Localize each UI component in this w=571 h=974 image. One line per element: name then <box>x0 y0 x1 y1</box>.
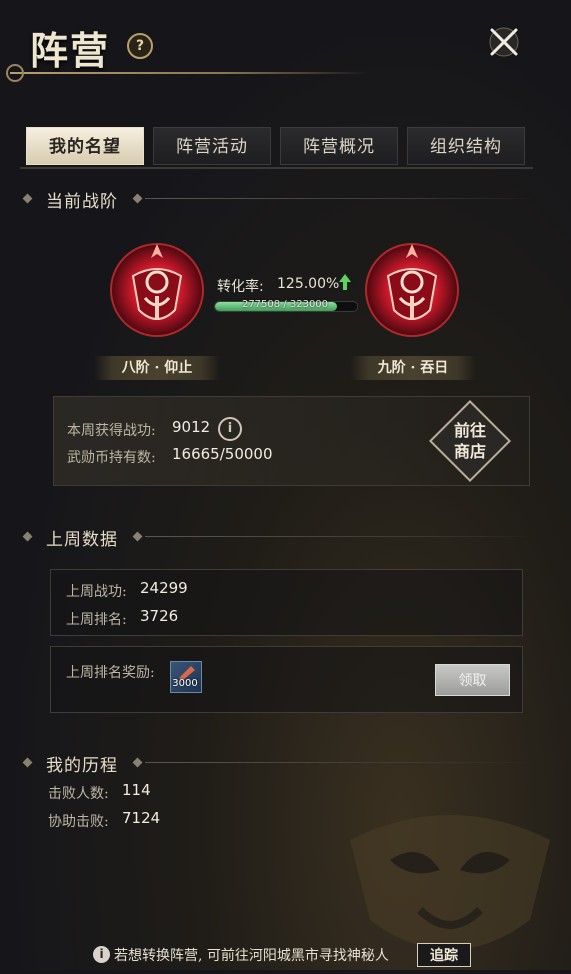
last-week-merit-value: 24299 <box>140 579 188 597</box>
section-diamond-icon <box>22 757 33 768</box>
title-ornament <box>6 64 24 82</box>
tab-organization[interactable]: 组织结构 <box>407 127 525 165</box>
defeated-label: 击败人数: <box>48 786 109 802</box>
section-diamond-icon <box>132 193 143 204</box>
defeated-value: 114 <box>122 781 151 799</box>
coin-label: 武勋币持有数: <box>67 450 156 466</box>
close-icon <box>489 27 519 57</box>
section-diamond-icon <box>22 531 33 542</box>
assist-label: 协助击败: <box>48 814 109 830</box>
reward-label: 上周排名奖励: <box>66 665 155 681</box>
section-title-last-week: 上周数据 <box>46 530 118 550</box>
info-icon: i <box>93 946 110 963</box>
week-merit-label: 本周获得战功: <box>67 423 156 439</box>
section-diamond-icon <box>132 531 143 542</box>
tab-my-reputation[interactable]: 我的名望 <box>26 127 144 165</box>
next-rank-badge-icon <box>360 236 464 340</box>
coin-value: 16665/50000 <box>172 445 273 463</box>
next-rank-name: 九阶 · 吞日 <box>350 356 476 380</box>
title-divider <box>10 72 370 74</box>
claim-reward-button[interactable]: 领取 <box>435 664 510 696</box>
up-arrow-icon <box>338 273 352 295</box>
conversion-value: 125.00% <box>277 276 340 292</box>
assist-value: 7124 <box>122 809 161 827</box>
shop-button-label: 前往 商店 <box>453 421 486 461</box>
close-button[interactable] <box>486 24 522 60</box>
section-diamond-icon <box>22 193 33 204</box>
current-rank-badge-icon <box>105 236 209 340</box>
track-button[interactable]: 追踪 <box>417 943 471 967</box>
section-diamond-icon <box>132 757 143 768</box>
section-title-current-rank: 当前战阶 <box>46 192 118 212</box>
section-divider <box>145 762 535 763</box>
faction-switch-tip: 若想转换阵营, 可前往河阳城黑市寻找神秘人 <box>114 948 389 964</box>
info-icon[interactable]: i <box>218 417 242 441</box>
current-rank-name: 八阶 · 仰止 <box>94 356 220 380</box>
last-week-rank-label: 上周排名: <box>66 612 127 628</box>
section-divider <box>145 536 535 537</box>
help-icon[interactable]: ? <box>127 33 153 59</box>
rank-progress-text: 277508 / 323000 <box>241 299 329 310</box>
last-week-rank-value: 3726 <box>140 607 179 625</box>
tab-divider <box>20 167 533 169</box>
reward-item-count: 3000 <box>172 678 198 689</box>
section-title-history: 我的历程 <box>46 756 118 776</box>
last-week-merit-label: 上周战功: <box>66 584 127 600</box>
tab-faction-overview[interactable]: 阵营概况 <box>280 127 398 165</box>
page-title: 阵营 <box>30 28 111 73</box>
conversion-label: 转化率: <box>217 279 264 295</box>
section-divider <box>145 198 535 199</box>
week-merit-value: 9012 <box>172 418 211 436</box>
tab-faction-activity[interactable]: 阵营活动 <box>153 127 271 165</box>
